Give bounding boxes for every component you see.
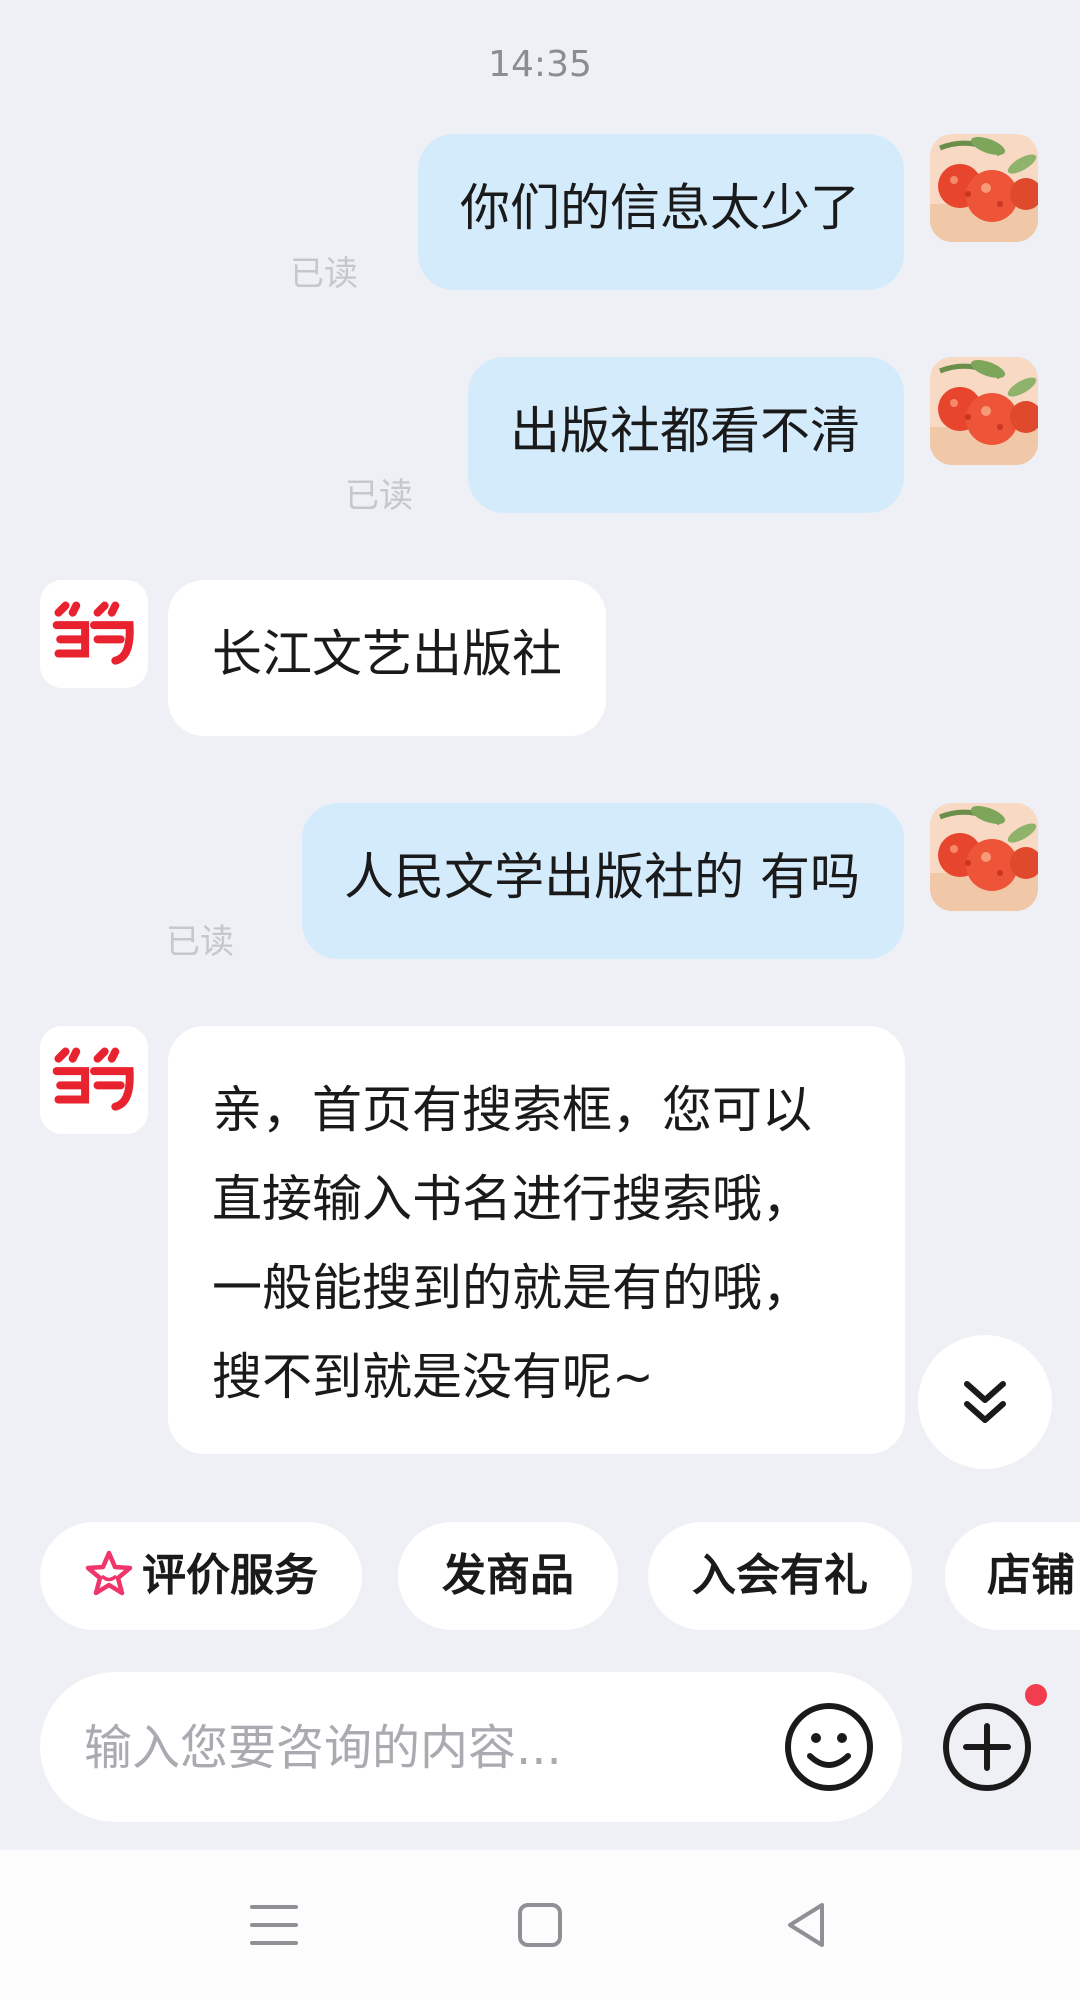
message-bubble-outgoing[interactable]: 你们的信息太少了	[418, 134, 904, 290]
dangdang-logo	[46, 586, 142, 682]
back-triangle-icon[interactable]	[776, 1895, 836, 1955]
dangdang-logo	[46, 1032, 142, 1128]
chip-label: 入会有礼	[692, 1550, 868, 1601]
double-chevron-down-icon	[964, 1381, 1006, 1423]
chip-label: 店铺	[987, 1550, 1075, 1601]
user-avatar[interactable]	[930, 803, 1038, 911]
quick-action-rate-service[interactable]: 评价服务	[40, 1522, 362, 1630]
system-navigation-bar	[0, 1850, 1080, 2000]
message-bubble-incoming[interactable]: 长江文艺出版社	[168, 580, 606, 736]
quick-action-send-product[interactable]: 发商品	[398, 1522, 618, 1630]
chat-timestamp: 14:35	[488, 44, 592, 85]
star-icon	[85, 1550, 133, 1596]
shop-avatar[interactable]	[40, 580, 148, 688]
notification-dot	[1025, 1684, 1047, 1706]
lychee-avatar-image	[930, 803, 1038, 911]
message-bubble-incoming[interactable]: 亲，首页有搜索框，您可以直接输入书名进行搜索哦，一般能搜到的就是有的哦，搜不到就…	[168, 1026, 905, 1454]
user-avatar[interactable]	[930, 134, 1038, 242]
message-bubble-outgoing[interactable]: 人民文学出版社的 有吗	[302, 803, 904, 959]
read-receipt: 已读	[290, 254, 358, 294]
lychee-avatar-image	[930, 134, 1038, 242]
chip-label: 发商品	[442, 1550, 574, 1601]
message-input[interactable]	[82, 1672, 766, 1824]
message-input-container	[40, 1672, 902, 1824]
lychee-avatar-image	[930, 357, 1038, 465]
message-bubble-outgoing[interactable]: 出版社都看不清	[468, 357, 904, 513]
user-avatar[interactable]	[930, 357, 1038, 465]
quick-action-member-gift[interactable]: 入会有礼	[648, 1522, 912, 1630]
menu-icon[interactable]	[244, 1895, 304, 1955]
plus-circle-icon[interactable]	[940, 1700, 1034, 1794]
home-square-icon[interactable]	[510, 1895, 570, 1955]
chip-label: 评价服务	[142, 1550, 318, 1601]
quick-action-store[interactable]: 店铺	[945, 1522, 1080, 1630]
read-receipt: 已读	[345, 476, 413, 516]
read-receipt: 已读	[166, 922, 234, 962]
scroll-to-bottom-button[interactable]	[918, 1335, 1052, 1469]
smiley-icon[interactable]	[782, 1700, 876, 1794]
shop-avatar[interactable]	[40, 1026, 148, 1134]
